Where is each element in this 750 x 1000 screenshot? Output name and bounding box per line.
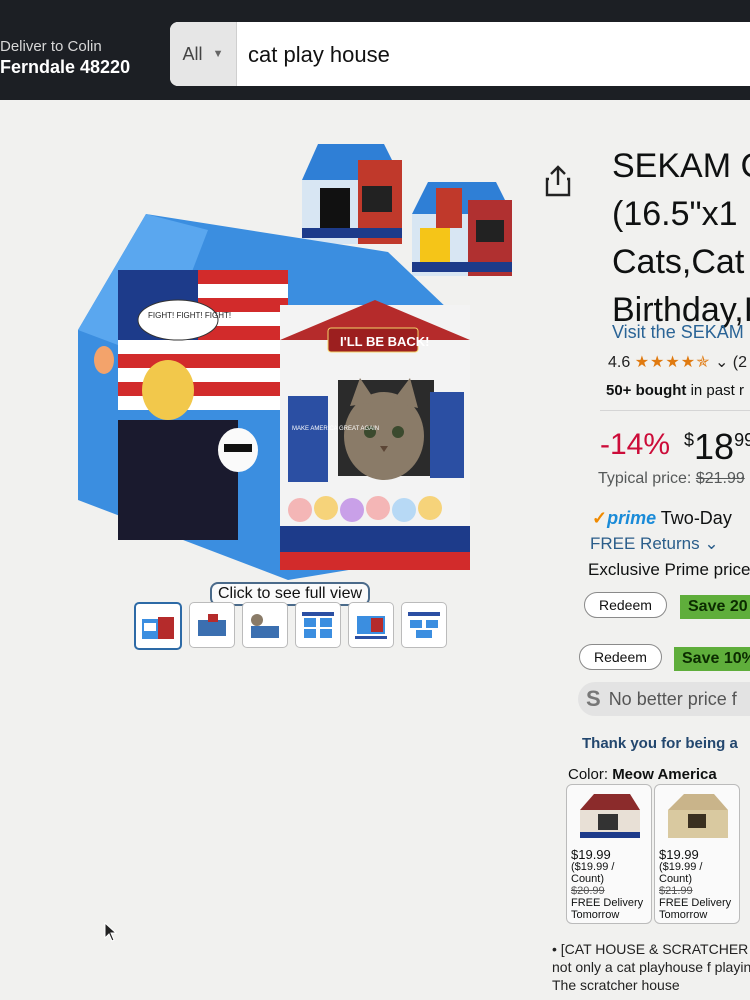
search-category-dropdown[interactable]: All ▼: [170, 22, 237, 86]
chevron-down-icon: ▼: [212, 48, 224, 60]
search-input[interactable]: [246, 22, 750, 86]
free-returns-link[interactable]: FREE Returns ⌄: [590, 534, 719, 554]
search-category-label: All: [182, 43, 203, 64]
svg-text:FIGHT! FIGHT! FIGHT!: FIGHT! FIGHT! FIGHT!: [148, 311, 231, 320]
top-navigation-bar: Deliver to Colin Ferndale 48220 All ▼: [0, 0, 750, 100]
prime-delivery-text: Two-Day: [656, 508, 732, 528]
typical-price: Typical price: $21.99: [598, 470, 745, 488]
star-rating-icon: ★★★★✯: [634, 354, 711, 371]
deliver-to-zip: Ferndale 48220: [0, 57, 131, 77]
redeem-button[interactable]: Redeem: [579, 644, 662, 670]
mouse-cursor-icon: [104, 922, 118, 942]
product-title-line: Cats,Cat I: [612, 243, 750, 281]
free-returns-label: FREE Returns: [590, 534, 700, 553]
price-tracker-text: No better price f: [608, 688, 737, 709]
price-whole: 18: [694, 426, 735, 467]
image-thumbnail[interactable]: [295, 602, 341, 648]
product-main-image[interactable]: FIGHT! FIGHT! FIGHT! I'LL BE BACK! MAKE …: [78, 210, 478, 590]
swatch-price: $19.99: [571, 847, 611, 862]
image-thumbnail-strip: [134, 602, 447, 650]
rating-value: 4.6: [608, 354, 631, 371]
swatch-delivery-day: Tomorrow: [659, 909, 708, 921]
swatch-delivery: FREE Delivery: [571, 897, 644, 909]
prime-badge[interactable]: ✓prime Two-Day: [592, 508, 732, 529]
swatch-unit-count: Count): [571, 873, 605, 885]
image-thumbnail[interactable]: [242, 602, 288, 648]
color-swatch-option[interactable]: $19.99 ($19.99 / Count) $20.99 FREE Deli…: [566, 784, 652, 924]
price-tracker-logo-icon: S: [586, 686, 601, 711]
color-selector-label: Color: Meow America: [568, 766, 717, 783]
deliver-to-location[interactable]: Deliver to Colin Ferndale 48220: [0, 38, 130, 78]
swatch-delivery-day: Tomorrow: [571, 909, 620, 921]
swatch-details: $19.99 ($19.99 / Count) $20.99 FREE Deli…: [567, 845, 651, 923]
color-value: Meow America: [612, 766, 717, 783]
color-label: Color:: [568, 766, 613, 783]
swatch-list-price: $21.99: [659, 885, 693, 897]
bought-count: 50+ bought: [606, 382, 687, 399]
rating-count: (2: [732, 354, 748, 371]
price-fraction: 99: [734, 430, 750, 450]
swatch-unit-price: ($19.99 /: [571, 861, 615, 873]
price-tracker-banner[interactable]: S No better price f: [578, 682, 750, 716]
image-thumbnail[interactable]: [348, 602, 394, 648]
search-bar: All ▼: [170, 22, 750, 86]
divider: [600, 410, 750, 411]
save-coupon-badge: Save 20: [680, 595, 750, 619]
visit-store-link[interactable]: Visit the SEKAM: [612, 322, 744, 343]
save-coupon-badge: Save 10%: [674, 647, 750, 671]
feature-bullet-text: [CAT HOUSE & SCRATCHER is not only a cat…: [552, 941, 750, 993]
price: $1899: [684, 426, 750, 468]
swatch-image: [655, 785, 739, 845]
color-swatch-option[interactable]: $19.99 ($19.99 / Count) $21.99 FREE Deli…: [654, 784, 740, 924]
bought-period: in past r: [686, 382, 744, 399]
chevron-down-icon: ⌄: [714, 354, 729, 371]
deliver-to-label: Deliver to Colin: [0, 38, 102, 55]
product-title: SEKAM C (16.5"x1 Cats,Cat I Birthday,I: [612, 142, 750, 334]
swatch-list-price: $20.99: [571, 885, 605, 897]
bought-in-past-month: 50+ bought in past r: [606, 382, 744, 399]
typical-price-value: $21.99: [695, 470, 745, 487]
swatch-details: $19.99 ($19.99 / Count) $21.99 FREE Deli…: [655, 845, 739, 923]
swatch-price: $19.99: [659, 847, 699, 862]
thank-you-message: Thank you for being a: [582, 735, 738, 752]
image-thumbnail[interactable]: [401, 602, 447, 648]
product-title-line: SEKAM C: [612, 147, 750, 185]
exclusive-prime-price: Exclusive Prime price: [588, 560, 750, 579]
rating-row[interactable]: 4.6 ★★★★✯ ⌄ (2: [608, 352, 747, 372]
check-icon: ✓: [592, 508, 608, 528]
price-currency: $: [684, 430, 695, 450]
swatch-unit-price: ($19.99 /: [659, 861, 703, 873]
svg-text:MAKE AMERICA GREAT AGAIN: MAKE AMERICA GREAT AGAIN: [292, 426, 379, 432]
discount-percent: -14%: [600, 428, 671, 461]
typical-price-label: Typical price:: [598, 470, 696, 487]
chevron-down-icon: ⌄: [704, 534, 719, 553]
image-thumbnail[interactable]: [189, 602, 235, 648]
svg-text:I'LL BE BACK!: I'LL BE BACK!: [340, 334, 430, 349]
redeem-button[interactable]: Redeem: [584, 592, 667, 618]
product-title-line: (16.5"x1: [612, 195, 738, 233]
prime-logo: prime: [607, 508, 657, 528]
swatch-delivery: FREE Delivery: [659, 897, 732, 909]
share-icon[interactable]: [544, 165, 572, 197]
swatch-image: [567, 785, 651, 845]
image-thumbnail[interactable]: [134, 602, 182, 650]
feature-bullet: • [CAT HOUSE & SCRATCHER is not only a c…: [552, 940, 750, 994]
swatch-unit-count: Count): [659, 873, 693, 885]
